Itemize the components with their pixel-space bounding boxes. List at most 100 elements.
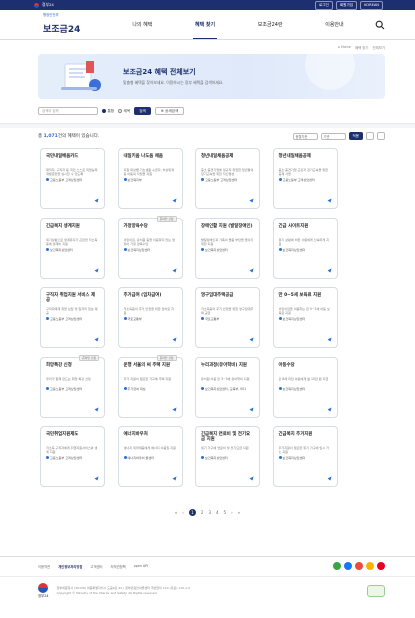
search-button[interactable]: 검색: [134, 107, 151, 115]
card-description: 주거 지원이 필요한 가구에 주택 지원: [123, 376, 172, 381]
login-link[interactable]: 로그인: [314, 0, 333, 10]
sns-icon[interactable]: [366, 562, 374, 570]
benefit-card[interactable]: 영구임대주택공급 저소득층의 주거 안정을 위한 영구임대주택 공급 국토교통부: [195, 287, 260, 348]
page-title: 보조금24 혜택 전체보기: [123, 68, 196, 76]
footer-privacy[interactable]: 개인정보처리방침: [58, 564, 82, 569]
share-icon[interactable]: [249, 198, 254, 203]
benefit-card[interactable]: 만 0~5세 보육료 지원 어린이집을 이용하는 만 0~5세 아동 보육료 지원…: [272, 287, 338, 348]
nav-find-benefits[interactable]: 혜택 찾기: [192, 10, 218, 39]
share-icon[interactable]: [249, 268, 254, 273]
page-2[interactable]: 2: [201, 510, 204, 515]
page-1[interactable]: 1: [188, 509, 196, 516]
search-icon[interactable]: [375, 20, 385, 30]
nav-my-benefits[interactable]: 나의 혜택: [132, 10, 152, 39]
language-select[interactable]: KOREAN: [360, 0, 383, 10]
next-page-icon[interactable]: ›: [231, 510, 233, 515]
benefit-card[interactable]: 온라인 신청 운행 서울의 써 주택 지원 주거 지원이 필요한 가구에 주택 지원…: [117, 354, 183, 418]
card-org: 주거급여 대상: [123, 386, 177, 391]
home-icon[interactable]: ⌂ Home: [338, 45, 351, 50]
benefit-card[interactable]: 국민내일배움카드 재직자, 구직자 등 국민 스스로 직업능력개발훈련을 실시할 …: [40, 148, 105, 209]
share-icon[interactable]: [172, 476, 177, 481]
search-input[interactable]: 검색어 입력: [38, 107, 98, 115]
benefit-card[interactable]: 장애인활 지원 (발달장애인) 발달장애인과 가족의 돌봄 부담을 줄이기 위한 …: [195, 217, 260, 279]
footer-copyright-policy[interactable]: 저작권정책: [111, 564, 126, 569]
benefit-card[interactable]: 구직자 취업지원 서비스 제공 구직자에게 취업 상담 및 일자리 정보 제공 고용…: [40, 287, 105, 348]
radio-all[interactable]: 통합: [102, 109, 114, 114]
card-org: 보건복지상담센터: [201, 455, 254, 460]
share-icon[interactable]: [249, 337, 254, 342]
card-title: 내일키움 나도움 채움: [123, 154, 163, 159]
footer-help[interactable]: 고객센터: [90, 564, 102, 569]
page-5[interactable]: 5: [224, 510, 227, 515]
benefit-card[interactable]: 온라인 신청 희망특강 신청 우리가 함께 만드는 희망 특강 신청 고용노동부 고객…: [40, 354, 105, 418]
card-description: 에너지 취약계층에게 에너지 이용권 지원: [123, 446, 176, 450]
breadcrumb-item[interactable]: 혜택 찾기: [355, 45, 369, 50]
page-3[interactable]: 3: [208, 510, 211, 515]
card-org: 보건복지부: [123, 177, 177, 182]
prev-page-icon[interactable]: ‹: [182, 510, 184, 515]
share-icon[interactable]: [172, 407, 177, 412]
share-icon[interactable]: [327, 337, 332, 342]
nav-guide[interactable]: 이용안내: [325, 10, 343, 39]
benefit-card[interactable]: 긴급 사이트지원 위기 상황에 처한 사람에게 신속하게 지원 보건복지상담센터: [272, 217, 338, 279]
benefit-card[interactable]: 국민취업지원제도 저소득 구직자에게 취업지원서비스와 생계 지원 고용노동부 고객…: [40, 426, 105, 487]
benefit-card[interactable]: 내일키움 나도움 채움 지원 대상별 기초생활 수급자, 차상위계층 아동의 자립…: [117, 148, 183, 209]
org-icon: [201, 456, 204, 459]
apply-button[interactable]: 적용: [348, 132, 363, 140]
results-header: 총 1,071건의 혜택이 있습니다. 정렬기준 기관 적용: [38, 132, 385, 140]
card-title: 청년내일채움공제: [201, 154, 234, 159]
share-icon[interactable]: [327, 198, 332, 203]
sns-icon[interactable]: [377, 562, 385, 570]
benefit-card[interactable]: 청년내일채움공제 중소·중견기업에 정규직 취업한 청년들의 장기근속을 위한 자…: [195, 148, 260, 209]
benefit-card[interactable]: 에너지바우처 에너지 취약계층에게 에너지 이용권 지원 에너지바우처 콜센터: [117, 426, 183, 487]
org-icon: [278, 178, 282, 181]
share-icon[interactable]: [327, 268, 332, 273]
share-icon[interactable]: [327, 407, 332, 412]
result-count: 총 1,071건의 혜택이 있습니다.: [38, 134, 100, 139]
first-page-icon[interactable]: «: [175, 510, 177, 515]
nav-about[interactable]: 보조금24란: [258, 10, 283, 39]
logo[interactable]: 행정안전부 보조금24: [43, 13, 91, 36]
share-icon[interactable]: [172, 268, 177, 273]
online-badge: 온라인 신청: [156, 215, 177, 222]
share-icon[interactable]: [249, 476, 254, 481]
org-select[interactable]: 기관: [320, 132, 346, 140]
benefit-card[interactable]: 긴급복지 연료비 및 전기요금 지원 위기 가구에 연료비 및 전기요금 지원 보건…: [195, 426, 260, 487]
benefit-card[interactable]: 온라인 신청 가정양육수당 어린이집, 유치원 등을 이용하지 않는 영유아 가정 …: [117, 215, 183, 279]
detail-search-button[interactable]: ⊕ 상세검색: [154, 107, 185, 115]
radio-title[interactable]: 제목: [118, 109, 130, 114]
share-icon[interactable]: [327, 476, 332, 481]
top-utility-bar: 정부24 로그인 회원가입 KOREAN: [0, 0, 415, 10]
share-icon[interactable]: [94, 198, 99, 203]
share-icon[interactable]: [94, 337, 99, 342]
page-4[interactable]: 4: [216, 510, 219, 515]
card-title: 국민내일배움카드: [46, 154, 79, 159]
signup-link[interactable]: 회원가입: [335, 0, 358, 10]
list-view-icon[interactable]: [377, 132, 385, 140]
share-icon[interactable]: [249, 407, 254, 412]
share-icon[interactable]: [172, 198, 177, 203]
card-org: 보건복지상담센터: [278, 316, 332, 321]
share-icon[interactable]: [172, 337, 177, 342]
benefit-card[interactable]: 누리과정(유아학비) 지원 유치원 이용 만 3~5세 유아학비 지원 보건복지상담…: [195, 356, 260, 418]
benefit-card[interactable]: 아동수당 만 8세 미만 아동에게 월 10만 원 지급 보건복지상담센터: [272, 356, 338, 418]
grid-view-icon[interactable]: [366, 132, 374, 140]
benefit-card[interactable]: 긴급복지 생계지원 위기상황으로 생계유지가 곤란한 저소득층에 생계비 지원 보건…: [40, 217, 105, 279]
footer-terms[interactable]: 이용약관: [38, 564, 50, 569]
sns-icon[interactable]: [333, 562, 341, 570]
card-description: 어린이집, 유치원 등을 이용하지 않는 영유아 가정 양육수당: [123, 237, 175, 246]
sns-icon[interactable]: [344, 562, 352, 570]
benefit-card[interactable]: 주거급여 (임차급여) 저소득층의 주거 안정을 위한 임차료 지원 국토교통부: [117, 287, 183, 348]
share-icon[interactable]: [94, 407, 99, 412]
footer-open-api[interactable]: open API: [134, 564, 149, 568]
last-page-icon[interactable]: »: [238, 510, 240, 515]
benefit-card[interactable]: 청년내일채움공제 중소·중견기업 근로자 장기근속을 위한 공제 사업 고용노동부 …: [272, 148, 338, 209]
card-org: 보건복지상담센터: [278, 386, 332, 391]
share-icon[interactable]: [94, 476, 99, 481]
benefit-card[interactable]: 긴급복지 주거지원 주거지원이 필요한 위기 가구에 임시 거소 지원 보건복지상담…: [272, 426, 338, 487]
share-icon[interactable]: [94, 268, 99, 273]
sort-select[interactable]: 정렬기준: [292, 132, 318, 140]
card-description: 주거지원이 필요한 위기 가구에 임시 거소 지원: [278, 446, 329, 454]
sns-icon[interactable]: [355, 562, 363, 570]
gov-link[interactable]: 정부24: [34, 2, 54, 8]
